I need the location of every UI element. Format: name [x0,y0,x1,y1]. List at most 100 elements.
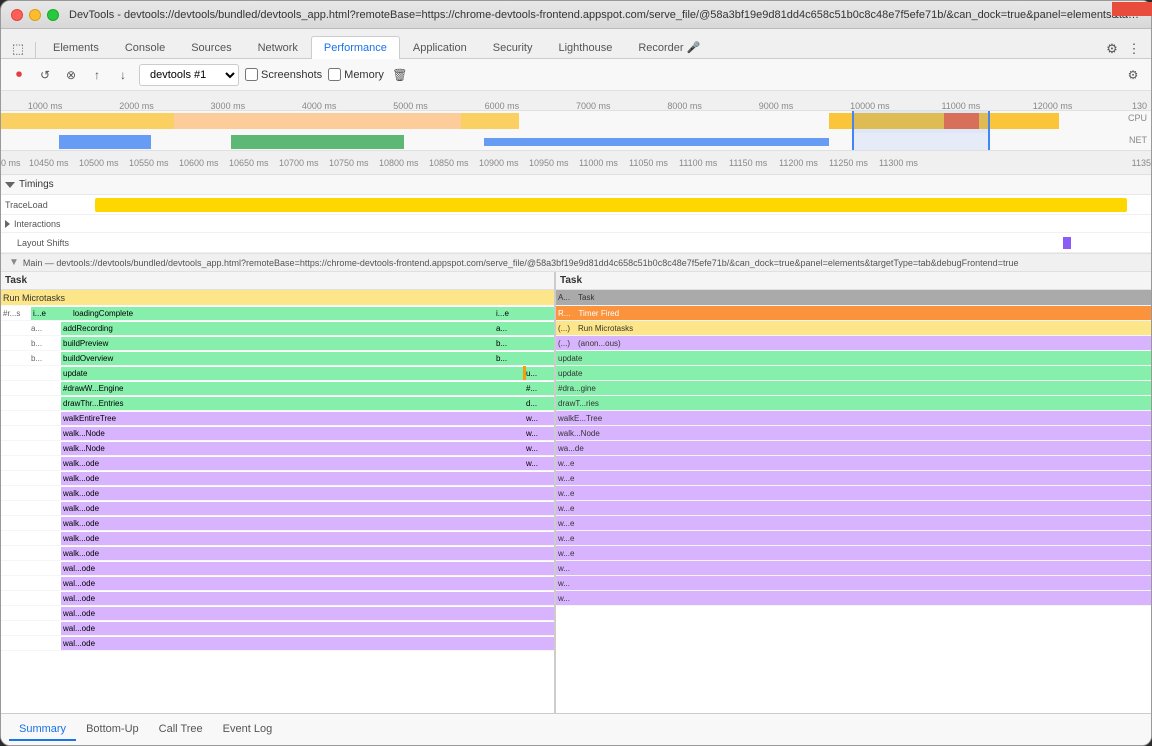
indent-9 [1,441,61,455]
settings-cog-icon[interactable]: ⚙ [1123,65,1143,85]
memory-checkbox[interactable] [328,68,341,81]
right-row-walk-node[interactable]: walk...Node [556,426,1151,441]
walk-ode-1[interactable]: walk...ode w... [1,456,554,471]
right-row-anon[interactable]: (...) (anon...ous) [556,336,1151,351]
w12-fn: wal...ode [61,622,554,635]
net-selection [852,133,990,151]
right-row-draw-engine[interactable]: #dra...gine [556,381,1151,396]
tab-lighthouse[interactable]: Lighthouse [545,36,625,59]
left-row-walk-node-2[interactable]: walk...Node w... [1,441,554,456]
right-row-update2[interactable]: update [556,366,1151,381]
screenshots-checkbox[interactable] [245,68,258,81]
walk-ode-3[interactable]: walk...ode [1,486,554,501]
rw4[interactable]: w...e [556,501,1151,516]
tab-security[interactable]: Security [480,36,546,59]
r-walk-node-fn: walk...Node [558,429,1149,438]
rw5[interactable]: w...e [556,516,1151,531]
more-icon[interactable]: ⋮ [1125,40,1143,58]
close-button[interactable] [11,9,23,21]
tab-application[interactable]: Application [400,36,480,59]
w5-fn: walk...ode [61,517,554,530]
right-row-wande[interactable]: wa...de [556,441,1151,456]
indent-2 [1,336,31,350]
right-panel-body[interactable]: A... Task R... Timer Fired (...) Run Mic… [556,290,1151,713]
right-row-draw-tries[interactable]: drawT...ries [556,396,1151,411]
left-row-build-preview[interactable]: b... buildPreview b... [1,336,554,351]
rw2[interactable]: w...e [556,471,1151,486]
d-mark-13: 11050 ms [629,158,668,168]
row4-label: b... [31,336,61,350]
tab-console[interactable]: Console [112,36,178,59]
cpu-span-3 [461,113,519,129]
minimize-button[interactable] [29,9,41,21]
walk-ode-5[interactable]: walk...ode [1,516,554,531]
trash-icon[interactable]: 🗑 [390,65,410,85]
left-row-add-recording[interactable]: a... addRecording a... [1,321,554,336]
right-row-microtasks[interactable]: (...) Run Microtasks [556,321,1151,336]
record-button[interactable]: ⏺ [9,65,29,85]
left-row-draw-engine[interactable]: #drawW...Engine #... [1,381,554,396]
memory-checkbox-label[interactable]: Memory [328,68,384,81]
rw1[interactable]: w...e [556,456,1151,471]
tab-elements[interactable]: Elements [40,36,112,59]
tab-recorder[interactable]: Recorder 🎤 [625,35,713,59]
tab-sources[interactable]: Sources [178,36,244,59]
tab-bottom-up[interactable]: Bottom-Up [76,719,149,741]
indent-1 [1,321,31,335]
download-button[interactable]: ↓ [113,65,133,85]
timings-header[interactable]: Timings [1,175,1151,195]
left-row-draw-entries[interactable]: drawThr...Entries d... [1,396,554,411]
tab-network[interactable]: Network [245,36,311,59]
timeline-overview[interactable]: 1000 ms 2000 ms 3000 ms 4000 ms 5000 ms … [1,91,1151,151]
right-row-task[interactable]: A... Task [556,290,1151,306]
rw8[interactable]: w... [556,561,1151,576]
walk-ode-12[interactable]: wal...ode [1,621,554,636]
walk-ode-4[interactable]: walk...ode [1,501,554,516]
left-panel-body[interactable]: Run Microtasks #r...s i...e loadingCompl… [1,290,554,713]
settings-icon[interactable]: ⚙ [1103,40,1121,58]
refresh-record-button[interactable]: ↺ [35,65,55,85]
row2-a: i...e [31,307,71,320]
screenshots-checkbox-label[interactable]: Screenshots [245,68,322,81]
perf-content: 1000 ms 2000 ms 3000 ms 4000 ms 5000 ms … [1,91,1151,745]
right-row-update1[interactable]: update [556,351,1151,366]
walk-ode-9[interactable]: wal...ode [1,576,554,591]
rw4-fn: w...e [558,504,574,513]
right-row-walk-tree[interactable]: walkE...Tree [556,411,1151,426]
tab-performance[interactable]: Performance [311,36,400,59]
left-row-run-microtasks[interactable]: Run Microtasks [1,290,554,306]
left-row-walk-entire[interactable]: walkEntireTree w... [1,411,554,426]
left-row-2[interactable]: #r...s i...e loadingComplete i...e [1,306,554,321]
walk-ode-6[interactable]: walk...ode [1,531,554,546]
walk-ode-10[interactable]: wal...ode [1,591,554,606]
rw3[interactable]: w...e [556,486,1151,501]
tab-event-log[interactable]: Event Log [213,719,283,741]
clear-button[interactable]: ⊗ [61,65,81,85]
rw9[interactable]: w... [556,576,1151,591]
walk-ode-11[interactable]: wal...ode [1,606,554,621]
walk-ode-2[interactable]: walk...ode [1,471,554,486]
upload-button[interactable]: ↑ [87,65,107,85]
r-micro-dots: (...) [558,324,570,333]
walk-ode-8[interactable]: wal...ode [1,561,554,576]
left-row-walk-node-1[interactable]: walk...Node w... [1,426,554,441]
recording-select[interactable]: devtools #1 [139,64,239,86]
left-row-build-overview[interactable]: b... buildOverview b... [1,351,554,366]
trace-load-row[interactable]: TraceLoad [1,195,1151,215]
rw7[interactable]: w...e [556,546,1151,561]
rw6[interactable]: w...e [556,531,1151,546]
rw10[interactable]: w... [556,591,1151,606]
left-row-update[interactable]: update u... [1,366,554,381]
interactions-row[interactable]: Interactions [1,215,1151,233]
inspect-icon[interactable]: ⬚ [9,40,27,58]
tab-call-tree[interactable]: Call Tree [149,719,213,741]
tab-summary[interactable]: Summary [9,719,76,741]
right-row-timer[interactable]: R... Timer Fired [556,306,1151,321]
row8-fn: drawThr...Entries [61,397,524,410]
maximize-button[interactable] [47,9,59,21]
walk-ode-13[interactable]: wal...ode [1,636,554,651]
walk-ode-7[interactable]: walk...ode [1,546,554,561]
row5-label: b... [31,351,61,365]
row3-fn: addRecording [61,322,494,335]
layout-shifts-row[interactable]: Layout Shifts [1,233,1151,253]
